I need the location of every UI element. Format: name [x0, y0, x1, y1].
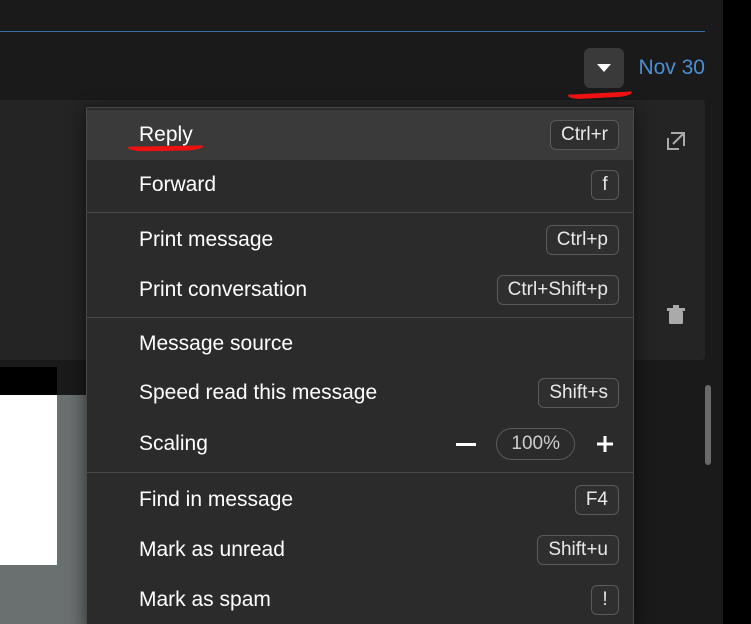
open-external-button[interactable]	[663, 128, 689, 154]
window-gutter	[723, 0, 751, 624]
message-context-menu: ReplyCtrl+rForwardfPrint messageCtrl+pPr…	[86, 107, 634, 624]
menu-item-label: Forward	[139, 173, 216, 197]
menu-item-forward[interactable]: Forward f	[87, 160, 633, 210]
menu-item-shortcut: Shift+s	[538, 378, 619, 408]
menu-item-label: Print conversation	[139, 278, 307, 302]
delete-button[interactable]	[663, 302, 689, 328]
menu-item-speed-read-this-message[interactable]: Speed read this message Shift+s	[87, 368, 633, 418]
menu-item-shortcut: f	[591, 170, 619, 200]
zoom-in-button[interactable]	[591, 430, 619, 458]
menu-item-find-in-message[interactable]: Find in message F4	[87, 475, 633, 525]
menu-item-reply[interactable]: Reply Ctrl+r	[87, 110, 633, 160]
menu-item-label: Reply	[139, 123, 193, 147]
menu-item-shortcut: F4	[575, 485, 619, 515]
caret-down-icon	[597, 64, 611, 72]
menu-item-message-source[interactable]: Message source	[87, 320, 633, 368]
message-date-link[interactable]: Nov 30	[638, 56, 705, 80]
open-external-icon	[664, 129, 688, 153]
menu-item-shortcut: Ctrl+Shift+p	[497, 275, 619, 305]
menu-item-print-message[interactable]: Print message Ctrl+p	[87, 215, 633, 265]
menu-item-shortcut: Ctrl+p	[546, 225, 619, 255]
menu-item-label: Mark as unread	[139, 538, 285, 562]
minus-icon	[456, 443, 476, 446]
menu-item-label: Mark as spam	[139, 588, 271, 612]
menu-item-label: Print message	[139, 228, 273, 252]
trash-icon	[664, 303, 688, 327]
menu-item-label: Speed read this message	[139, 381, 377, 405]
menu-item-shortcut: Ctrl+r	[550, 120, 619, 150]
menu-item-shortcut: Shift+u	[537, 535, 619, 565]
menu-group: Find in messageF4Mark as unreadShift+uMa…	[87, 472, 633, 624]
menu-item-mark-as-unread[interactable]: Mark as unread Shift+u	[87, 525, 633, 575]
scrollbar-thumb[interactable]	[705, 385, 711, 465]
menu-item-scaling[interactable]: Scaling 100%	[87, 418, 633, 470]
menu-item-label: Scaling	[139, 432, 208, 456]
header-divider	[0, 31, 705, 32]
plus-icon	[595, 434, 615, 454]
menu-group: Reply Ctrl+r Forward f	[87, 108, 633, 212]
menu-item-print-conversation[interactable]: Print conversation Ctrl+Shift+p	[87, 265, 633, 315]
menu-item-mark-as-spam[interactable]: Mark as spam!	[87, 575, 633, 624]
menu-group: Message source Speed read this message Shi…	[87, 317, 633, 472]
message-actions-dropdown[interactable]	[584, 48, 624, 88]
menu-item-label: Find in message	[139, 488, 293, 512]
menu-group: Print message Ctrl+p Print conversation Ctr…	[87, 212, 633, 317]
menu-item-shortcut: !	[591, 585, 619, 615]
scaling-controls: 100%	[452, 428, 619, 460]
header-row: Nov 30	[584, 48, 705, 88]
zoom-out-button[interactable]	[452, 430, 480, 458]
zoom-level: 100%	[496, 428, 575, 460]
annotation-mark	[568, 88, 632, 99]
menu-item-label: Message source	[139, 332, 293, 356]
